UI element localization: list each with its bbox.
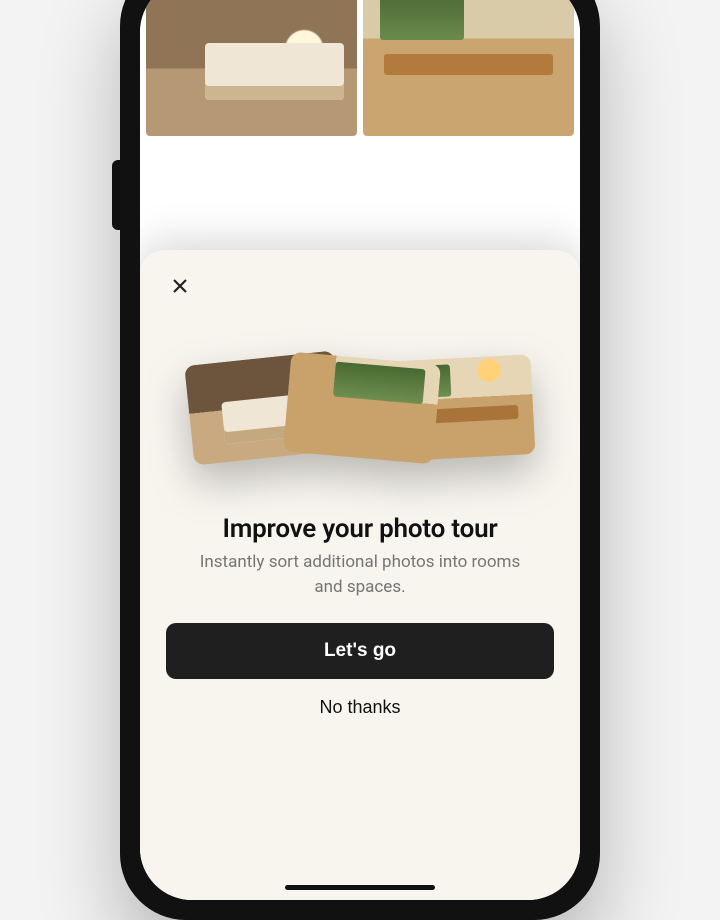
close-button[interactable] bbox=[166, 272, 194, 300]
photo-collage bbox=[195, 328, 525, 488]
home-indicator[interactable] bbox=[285, 885, 435, 890]
phone-frame: Improve your photo tour Instantly sort a… bbox=[120, 0, 600, 920]
grid-thumb-bedroom[interactable] bbox=[146, 0, 357, 136]
collage-card-kitchen bbox=[283, 352, 441, 465]
bottom-sheet: Improve your photo tour Instantly sort a… bbox=[140, 250, 580, 900]
phone-screen: Improve your photo tour Instantly sort a… bbox=[140, 0, 580, 900]
modal-subtitle: Instantly sort additional photos into ro… bbox=[188, 550, 532, 599]
no-thanks-button[interactable]: No thanks bbox=[166, 679, 554, 726]
grid-thumb-dining[interactable] bbox=[363, 0, 574, 136]
modal-title: Improve your photo tour bbox=[166, 514, 554, 544]
lets-go-button[interactable]: Let's go bbox=[166, 623, 554, 679]
close-icon bbox=[172, 278, 188, 294]
